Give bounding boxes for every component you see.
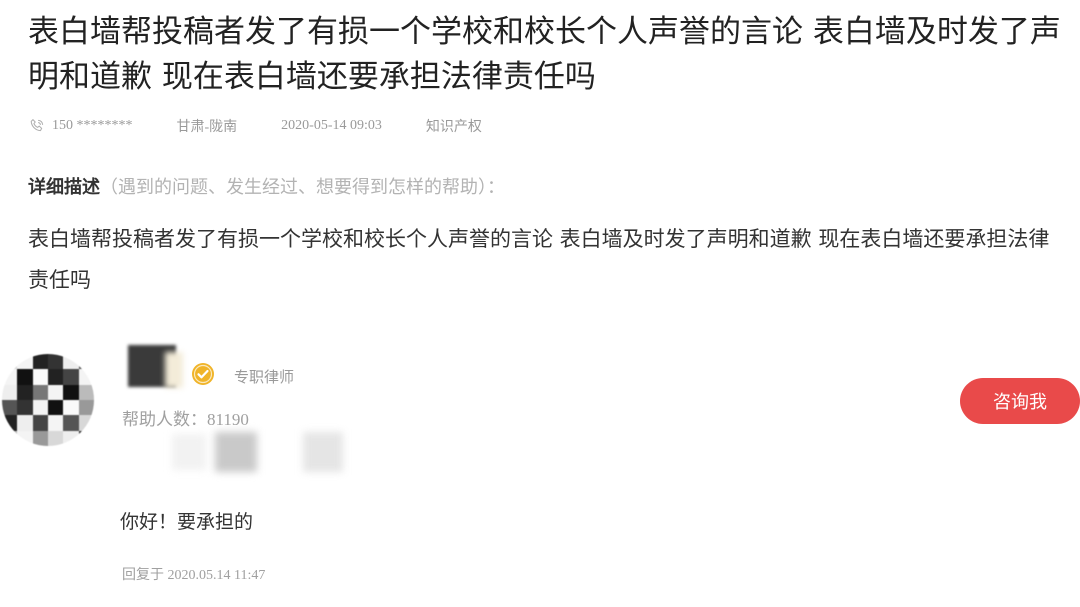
avatar-mosaic-cell	[2, 369, 18, 385]
answer-text: 你好！要承担的	[120, 511, 254, 533]
avatar-mosaic-cell	[17, 354, 33, 370]
avatar-mosaic-cell	[2, 384, 18, 400]
avatar-mosaic-cell	[32, 354, 48, 370]
avatar-mosaic-cell	[78, 399, 94, 416]
avatar-mosaic-cell	[47, 430, 64, 446]
avatar-mosaic-cell	[32, 399, 48, 416]
avatar-mosaic-cell	[47, 354, 64, 370]
avatar-mosaic-cell	[17, 399, 33, 416]
meta-location: 甘肃-陇南	[176, 120, 238, 135]
avatar-mosaic-cell	[78, 415, 94, 431]
verified-badge-icon	[192, 363, 214, 385]
avatar-mosaic-cell	[32, 384, 48, 400]
avatar-mosaic-cell	[78, 369, 94, 385]
redacted-tag-2	[215, 432, 257, 472]
avatar-mosaic-cell	[63, 430, 79, 446]
meta-category[interactable]: 知识产权	[426, 116, 482, 136]
description-body: 表白墙帮投稿者发了有损一个学校和校长个人声誉的言论 表白墙及时发了声明和道歉 现…	[28, 227, 1050, 292]
avatar-mosaic-cell	[47, 369, 64, 385]
consult-me-button[interactable]: 咨询我	[960, 378, 1080, 424]
avatar-mosaic-cell	[17, 430, 33, 446]
avatar-mosaic-cell	[63, 369, 79, 385]
avatar-mosaic-cell	[78, 430, 94, 446]
avatar-mosaic-cell	[2, 399, 18, 416]
question-page: 表白墙帮投稿者发了有损一个学校和校长个人声誉的言论 表白墙及时发了声明和道歉 现…	[0, 0, 1080, 607]
avatar-mosaic-cell	[47, 384, 64, 400]
avatar-mosaic-cell	[63, 354, 79, 370]
avatar-mosaic-cell	[2, 354, 18, 370]
avatar-mosaic-cell	[63, 384, 79, 400]
meta-datetime: 2020-05-14 09:03	[281, 118, 382, 133]
meta-phone: 150 ********	[28, 117, 133, 135]
phone-icon	[30, 119, 44, 132]
description-label-title: 详细描述	[28, 177, 100, 198]
reply-time: 回复于 2020.05.14 11:47	[122, 568, 266, 583]
lawyer-avatar[interactable]	[2, 354, 94, 446]
avatar-mosaic-cell	[47, 399, 64, 416]
avatar-mosaic-cell	[63, 399, 79, 416]
avatar-mosaic-cell	[17, 384, 33, 400]
lawyer-name-redacted-edge	[165, 352, 183, 388]
description-label-hint: （遇到的问题、发生经过、想要得到怎样的帮助）：	[100, 177, 505, 198]
avatar-mosaic-cell	[2, 430, 18, 446]
redacted-tag-1	[172, 434, 206, 470]
description-label: 详细描述（遇到的问题、发生经过、想要得到怎样的帮助）：	[28, 175, 505, 201]
question-meta: 150 ******** 甘肃-陇南 2020-05-14 09:03 知识产权	[28, 116, 526, 136]
avatar-mosaic-cell	[2, 415, 18, 431]
avatar-mosaic-cell	[17, 415, 33, 431]
avatar-mosaic-cell	[78, 354, 94, 370]
avatar-mosaic-cell	[47, 415, 64, 431]
redacted-tag-3	[303, 432, 343, 472]
avatar-mosaic-cell	[17, 369, 33, 385]
meta-phone-text: 150 ********	[52, 118, 133, 133]
avatar-mosaic-cell	[32, 415, 48, 431]
avatar-mosaic-cell	[78, 384, 94, 400]
avatar-mosaic-cell	[32, 369, 48, 385]
avatar-mosaic-cell	[32, 430, 48, 446]
lawyer-role: 专职律师	[234, 368, 295, 386]
avatar-mosaic-cell	[63, 415, 79, 431]
help-count: 帮助人数：81190	[122, 410, 249, 429]
question-title: 表白墙帮投稿者发了有损一个学校和校长个人声誉的言论 表白墙及时发了声明和道歉 现…	[28, 14, 1061, 95]
